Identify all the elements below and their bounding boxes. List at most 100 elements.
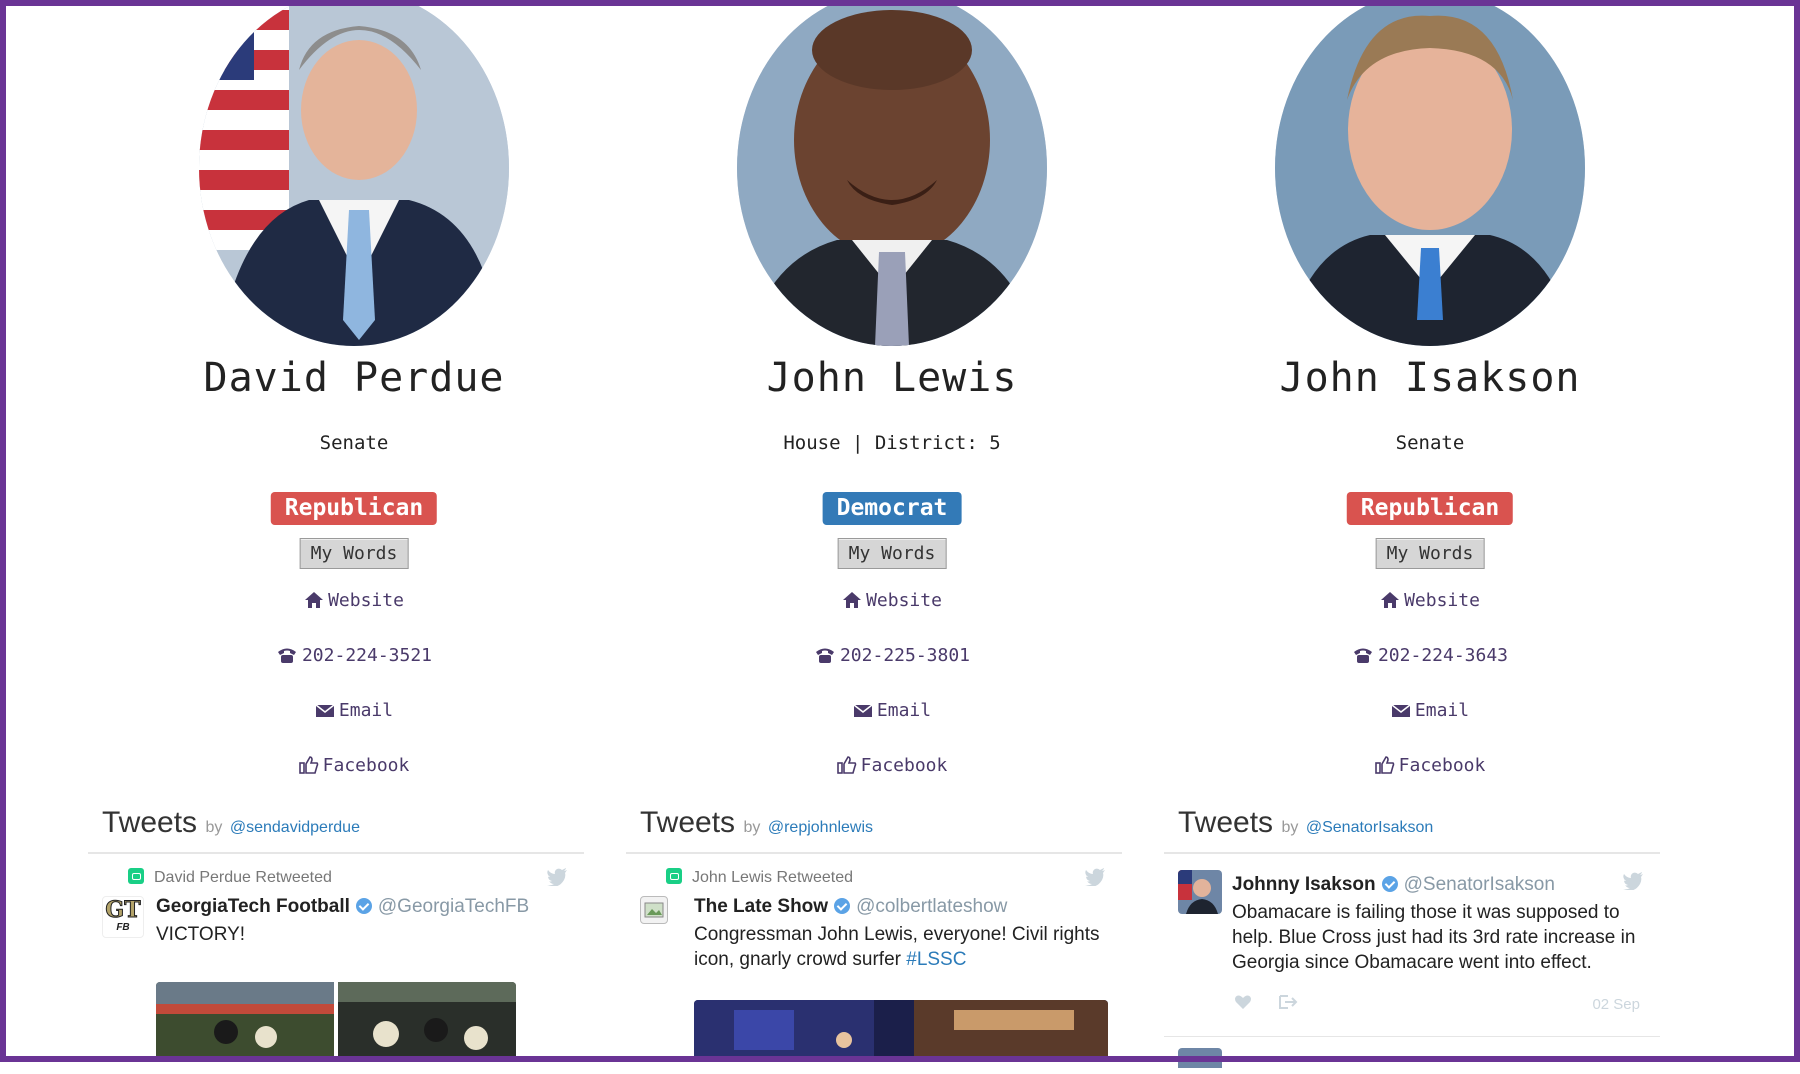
tweets-header: Tweets by @sendavidperdue xyxy=(102,806,360,840)
portrait-perdue xyxy=(199,0,509,346)
tweet-author-handle[interactable]: @SenatorIsakson xyxy=(1404,874,1555,895)
facebook-link-label: Facebook xyxy=(860,755,948,776)
retweet-text: John Lewis Retweeted xyxy=(692,869,853,886)
tweets-title: Tweets xyxy=(1178,806,1274,839)
tweet-timeline[interactable]: John Lewis Retweeted The Late Show @colbe… xyxy=(626,852,1122,1074)
share-icon[interactable] xyxy=(1278,994,1298,1010)
twitter-bird-icon[interactable] xyxy=(1622,872,1644,890)
phone-icon xyxy=(815,648,834,663)
heart-icon[interactable] xyxy=(1234,994,1252,1010)
my-words-button[interactable]: My Words xyxy=(1375,538,1485,569)
website-link[interactable]: Website xyxy=(612,590,1172,611)
tweet-author-line[interactable]: The Late Show @colbertlateshow xyxy=(694,896,1007,918)
rep-name: David Perdue xyxy=(203,355,505,401)
home-icon xyxy=(843,592,862,608)
retweet-label: David Perdue Retweeted xyxy=(128,868,332,887)
retweet-icon xyxy=(128,868,144,884)
thumbs-up-icon xyxy=(1374,756,1394,774)
tweet-text: Congressman John Lewis, everyone! Civil … xyxy=(694,924,1100,970)
tweet-author-name[interactable]: The Late Show xyxy=(694,896,828,917)
phone-icon xyxy=(277,648,296,663)
rep-name: John Lewis xyxy=(766,355,1018,401)
envelope-icon xyxy=(853,704,873,717)
avatar-gt-logo: GT xyxy=(105,897,141,924)
tweets-header: Tweets by @repjohnlewis xyxy=(640,806,873,840)
avatar-fb-text: FB xyxy=(116,922,130,933)
tweet-author-name[interactable]: GeorgiaTech Football xyxy=(156,896,350,917)
phone-link[interactable]: 202-224-3643 xyxy=(1150,645,1710,666)
verified-badge-icon xyxy=(1381,876,1398,892)
tweet-actions: 02 Sep xyxy=(1232,994,1640,1014)
party-badge: Republican xyxy=(1346,492,1514,525)
tweets-by: by xyxy=(1281,819,1299,836)
thumbs-up-icon xyxy=(836,756,856,774)
rep-name: John Isakson xyxy=(1279,355,1581,401)
tweet-timeline[interactable]: David Perdue Retweeted GT FB GeorgiaTech… xyxy=(88,852,584,1074)
tweets-handle-link[interactable]: @repjohnlewis xyxy=(768,819,873,836)
facebook-link-label: Facebook xyxy=(322,755,410,776)
tweet-author-handle[interactable]: @GeorgiaTechFB xyxy=(378,896,529,917)
tweet-author-handle[interactable]: @colbertlateshow xyxy=(856,896,1007,917)
tweet-body: Congressman John Lewis, everyone! Civil … xyxy=(694,922,1102,972)
website-link-label: Website xyxy=(328,590,404,611)
twitter-bird-icon[interactable] xyxy=(1084,868,1106,886)
tweet-date[interactable]: 02 Sep xyxy=(1592,996,1640,1013)
twitter-bird-icon[interactable] xyxy=(546,868,568,886)
envelope-icon xyxy=(1391,704,1411,717)
home-icon xyxy=(305,592,324,608)
tweet-text: VICTORY! xyxy=(156,924,246,945)
tweets-handle-link[interactable]: @sendavidperdue xyxy=(230,819,360,836)
website-link[interactable]: Website xyxy=(74,590,634,611)
verified-badge-icon xyxy=(834,898,851,914)
tweet-author-avatar[interactable]: GT FB xyxy=(102,896,144,938)
tweet-media[interactable] xyxy=(694,1000,1108,1074)
thumbs-up-icon xyxy=(298,756,318,774)
party-badge: Democrat xyxy=(822,492,962,525)
retweet-label: John Lewis Retweeted xyxy=(666,868,853,887)
email-link[interactable]: Email xyxy=(74,700,634,721)
email-link-label: Email xyxy=(876,700,932,721)
tweets-header: Tweets by @SenatorIsakson xyxy=(1178,806,1433,840)
tweet-author-line[interactable]: Johnny Isakson @SenatorIsakson xyxy=(1232,874,1555,896)
rep-card-isakson: John Isakson Senate Republican My Words … xyxy=(1150,0,1710,1068)
verified-badge-icon xyxy=(355,898,372,914)
website-link[interactable]: Website xyxy=(1150,590,1710,611)
phone-link[interactable]: 202-225-3801 xyxy=(612,645,1172,666)
party-badge: Republican xyxy=(270,492,438,525)
tweet-divider xyxy=(1164,1036,1660,1037)
facebook-link[interactable]: Facebook xyxy=(74,755,634,776)
rep-card-perdue: David Perdue Senate Republican My Words … xyxy=(74,0,634,1062)
tweets-handle-link[interactable]: @SenatorIsakson xyxy=(1306,819,1433,836)
tweet-author-line[interactable]: GeorgiaTech Football @GeorgiaTechFB xyxy=(156,896,529,918)
phone-number: 202-224-3643 xyxy=(1377,645,1509,666)
tweets-by: by xyxy=(205,819,223,836)
retweet-text: David Perdue Retweeted xyxy=(154,869,332,886)
rep-chamber: Senate xyxy=(319,432,389,454)
email-link[interactable]: Email xyxy=(612,700,1172,721)
phone-number: 202-225-3801 xyxy=(839,645,971,666)
tweet-author-avatar[interactable] xyxy=(640,896,668,924)
website-link-label: Website xyxy=(866,590,942,611)
facebook-link[interactable]: Facebook xyxy=(612,755,1172,776)
rep-card-lewis: John Lewis House | District: 5 Democrat … xyxy=(612,0,1172,1062)
next-tweet-avatar[interactable] xyxy=(1178,1048,1222,1068)
tweet-media[interactable] xyxy=(156,982,516,1062)
phone-link[interactable]: 202-224-3521 xyxy=(74,645,634,666)
rep-chamber: House | District: 5 xyxy=(783,432,1001,454)
facebook-link[interactable]: Facebook xyxy=(1150,755,1710,776)
website-link-label: Website xyxy=(1404,590,1480,611)
retweet-icon xyxy=(666,868,682,884)
home-icon xyxy=(1381,592,1400,608)
tweet-author-avatar[interactable] xyxy=(1178,870,1222,914)
tweets-title: Tweets xyxy=(640,806,736,839)
my-words-button[interactable]: My Words xyxy=(299,538,409,569)
envelope-icon xyxy=(315,704,335,717)
my-words-button[interactable]: My Words xyxy=(837,538,947,569)
tweet-text: Obamacare is failing those it was suppos… xyxy=(1232,902,1636,973)
tweet-timeline[interactable]: Johnny Isakson @SenatorIsakson Obamacare … xyxy=(1164,852,1660,1074)
phone-number: 202-224-3521 xyxy=(301,645,433,666)
email-link[interactable]: Email xyxy=(1150,700,1710,721)
tweet-hashtag-link[interactable]: #LSSC xyxy=(906,949,966,970)
portrait-lewis xyxy=(737,0,1047,346)
tweet-author-name[interactable]: Johnny Isakson xyxy=(1232,874,1376,895)
